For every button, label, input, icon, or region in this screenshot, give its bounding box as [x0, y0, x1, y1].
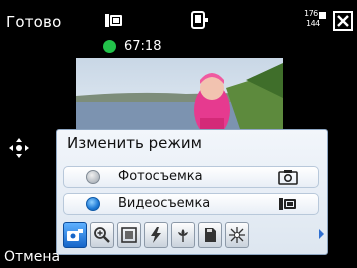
- photo-camera-icon: [278, 170, 298, 185]
- option-photo[interactable]: Фотосъемка: [63, 166, 319, 188]
- resolution-badge[interactable]: 176 144: [304, 9, 326, 30]
- change-mode-panel: Изменить режим Фотосъемка Видеосъемка: [56, 129, 328, 255]
- option-video-label: Видеосъемка: [118, 196, 211, 211]
- resolution-bottom: 144: [306, 19, 320, 28]
- option-photo-label: Фотосъемка: [118, 169, 203, 184]
- video-radio[interactable]: [86, 197, 100, 211]
- camera-preview: [76, 58, 283, 132]
- toolbar-flash-button[interactable]: [144, 222, 168, 248]
- cancel-button[interactable]: Отмена: [4, 249, 60, 265]
- video-camera-icon: [279, 198, 296, 210]
- zoom-icon: [94, 227, 110, 243]
- resolution-top: 176: [304, 9, 318, 18]
- toolbar-camera-mode-button[interactable]: [63, 222, 87, 248]
- panel-title: Изменить режим: [67, 134, 202, 152]
- video-camera-icon[interactable]: [104, 12, 124, 29]
- recording-indicator: [103, 40, 116, 53]
- navigation-pad-icon[interactable]: [8, 137, 30, 159]
- camera-mode-icon: [67, 229, 83, 241]
- top-bar: Готово 176 144: [0, 0, 357, 40]
- flash-icon: [151, 227, 161, 243]
- toolbar-frame-button[interactable]: [117, 222, 141, 248]
- resolution-block: [319, 12, 326, 19]
- toolbar-macro-button[interactable]: [171, 222, 195, 248]
- camera-toolbar: [63, 222, 324, 250]
- photo-radio[interactable]: [86, 170, 100, 184]
- toolbar-storage-button[interactable]: [198, 222, 222, 248]
- camera-mode-icon[interactable]: [191, 10, 209, 30]
- white-balance-icon: [229, 227, 245, 243]
- option-video[interactable]: Видеосъемка: [63, 193, 319, 215]
- frame-icon: [121, 227, 137, 243]
- preview-image: [76, 58, 283, 132]
- recording-time: 67:18: [124, 39, 162, 54]
- close-icon[interactable]: [333, 11, 353, 31]
- toolbar-more-arrow-icon[interactable]: [319, 229, 324, 239]
- macro-flower-icon: [178, 229, 188, 242]
- storage-card-icon: [205, 228, 216, 242]
- toolbar-zoom-button[interactable]: [90, 222, 114, 248]
- done-button[interactable]: Готово: [6, 13, 61, 31]
- toolbar-white-balance-button[interactable]: [225, 222, 249, 248]
